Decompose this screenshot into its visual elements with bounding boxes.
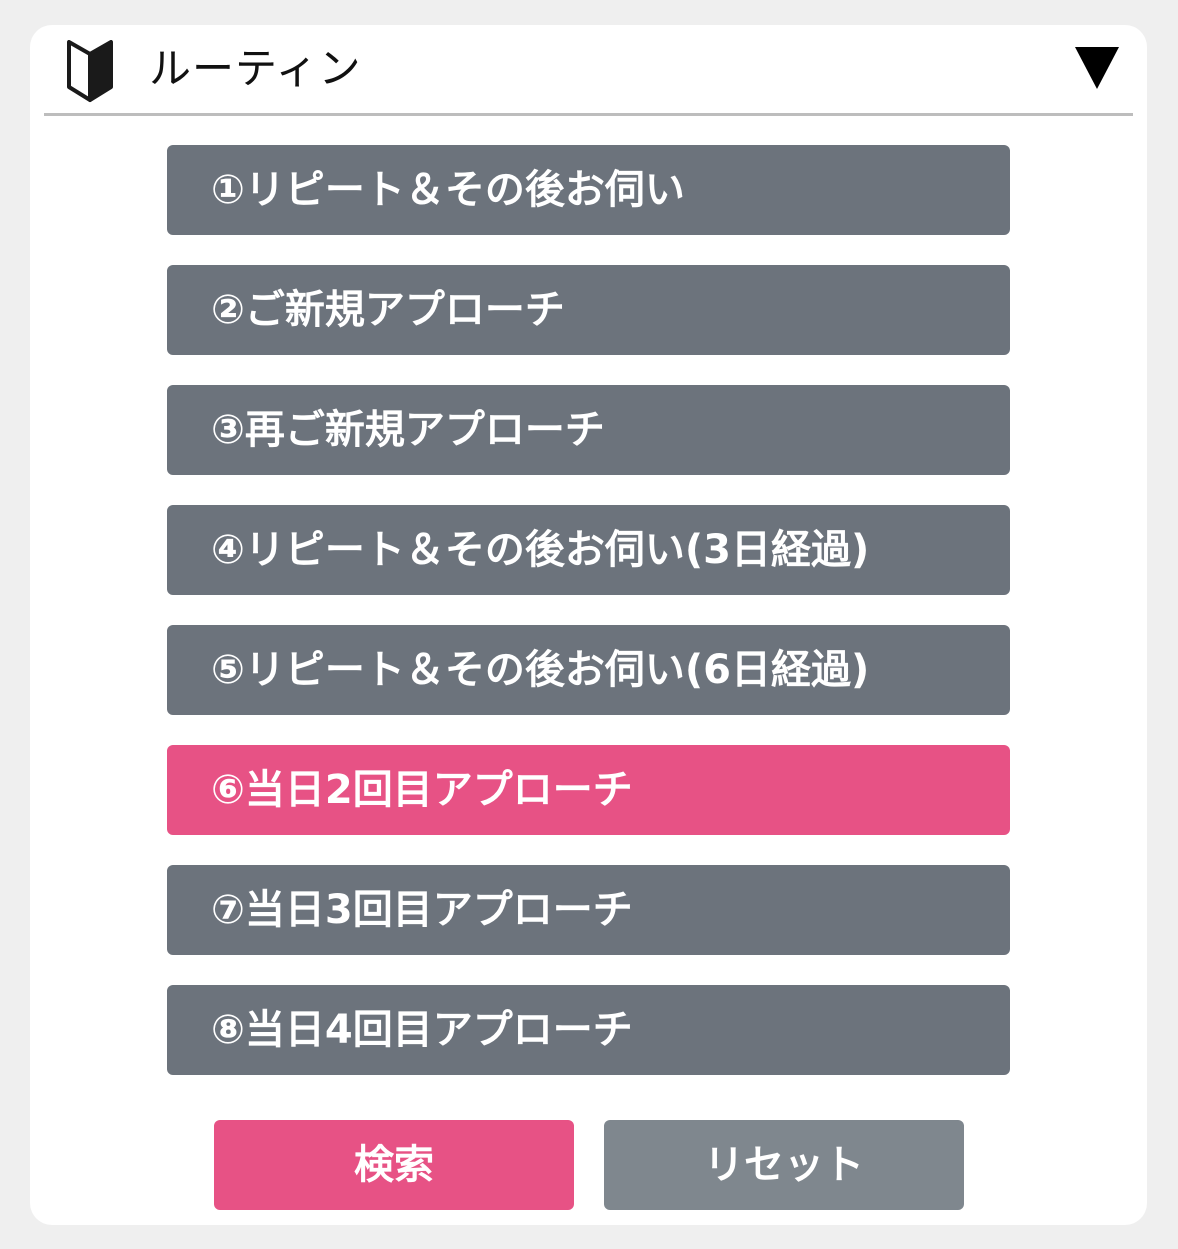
routine-filter-panel: ルーティン ①リピート＆その後お伺い ②ご新規アプローチ ③再ご新規アプローチ … [30, 25, 1147, 1225]
routine-header[interactable]: ルーティン [44, 25, 1133, 116]
reset-button[interactable]: リセット [604, 1120, 964, 1210]
routine-button-same-day-3rd-approach[interactable]: ⑦当日3回目アプローチ [167, 865, 1010, 955]
routine-list: ①リピート＆その後お伺い ②ご新規アプローチ ③再ご新規アプローチ ④リピート＆… [167, 145, 1010, 1105]
routine-button-re-new-approach[interactable]: ③再ご新規アプローチ [167, 385, 1010, 475]
action-bar: 検索 リセット [214, 1120, 964, 1210]
routine-button-new-approach[interactable]: ②ご新規アプローチ [167, 265, 1010, 355]
routine-button-same-day-4th-approach[interactable]: ⑧当日4回目アプローチ [167, 985, 1010, 1075]
routine-button-same-day-2nd-approach[interactable]: ⑥当日2回目アプローチ [167, 745, 1010, 835]
routine-button-repeat-follow-up-3-days[interactable]: ④リピート＆その後お伺い(3日経過) [167, 505, 1010, 595]
section-title: ルーティン [149, 44, 362, 93]
search-button[interactable]: 検索 [214, 1120, 574, 1210]
routine-button-repeat-follow-up-6-days[interactable]: ⑤リピート＆その後お伺い(6日経過) [167, 625, 1010, 715]
beginner-mark-icon [66, 40, 114, 103]
routine-button-repeat-follow-up[interactable]: ①リピート＆その後お伺い [167, 145, 1010, 235]
triangle-down-icon[interactable] [1075, 47, 1119, 89]
